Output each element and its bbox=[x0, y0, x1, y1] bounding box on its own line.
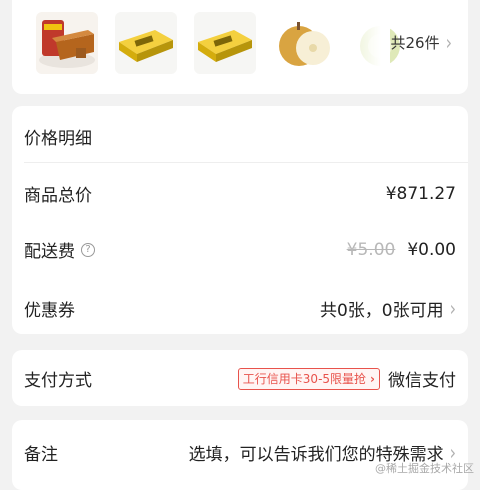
goods-total-label: 商品总价 bbox=[24, 186, 92, 206]
chevron-right-icon: › bbox=[449, 296, 456, 321]
price-detail-card: 价格明细 商品总价 ¥871.27 配送费 ? ¥5.00 ¥0.00 优惠券 … bbox=[12, 106, 468, 334]
product-thumb-box-2[interactable] bbox=[194, 12, 256, 74]
shipping-price: ¥0.00 bbox=[407, 239, 456, 260]
coupon-value: 共0张，0张可用 bbox=[319, 301, 444, 321]
goods-total-value: ¥871.27 bbox=[385, 183, 456, 204]
watermark: @稀土掘金技术社区 bbox=[375, 462, 474, 475]
product-thumb-cake[interactable] bbox=[36, 12, 98, 74]
coupon-row[interactable]: 优惠券 共0张，0张可用 › bbox=[24, 296, 456, 321]
shipping-original-price: ¥5.00 bbox=[346, 239, 396, 260]
shipping-row: 配送费 ? ¥5.00 ¥0.00 bbox=[24, 237, 456, 263]
product-thumb-pear[interactable] bbox=[273, 12, 335, 74]
payment-label: 支付方式 bbox=[24, 371, 92, 391]
thumb-fade-overlay bbox=[330, 12, 390, 74]
product-strip-card[interactable]: 共26件 › bbox=[12, 0, 468, 94]
product-count-link[interactable]: 共26件 › bbox=[390, 30, 453, 55]
help-circle-icon[interactable]: ? bbox=[81, 242, 95, 257]
gift-box-image bbox=[194, 12, 256, 74]
price-detail-title: 价格明细 bbox=[24, 129, 92, 149]
product-count-label: 共26件 bbox=[390, 34, 440, 52]
coupon-label: 优惠券 bbox=[24, 301, 75, 321]
gift-box-image bbox=[115, 12, 177, 74]
payment-method-card[interactable]: 支付方式 工行信用卡30-5限量抢 › 微信支付 bbox=[12, 350, 468, 406]
chevron-right-icon: › bbox=[445, 30, 452, 55]
payment-promo-badge[interactable]: 工行信用卡30-5限量抢 › bbox=[237, 367, 380, 390]
shipping-label: 配送费 bbox=[24, 242, 75, 262]
cake-image bbox=[36, 12, 98, 74]
pear-image bbox=[273, 12, 335, 74]
payment-promo-text: 工行信用卡30-5限量抢 bbox=[242, 372, 367, 386]
chevron-right-icon: › bbox=[370, 371, 375, 386]
payment-row[interactable]: 支付方式 工行信用卡30-5限量抢 › 微信支付 bbox=[24, 366, 456, 391]
payment-method-value: 微信支付 bbox=[388, 371, 456, 391]
product-thumb-box-1[interactable] bbox=[115, 12, 177, 74]
goods-total-row: 商品总价 ¥871.27 bbox=[24, 181, 456, 207]
divider bbox=[24, 162, 468, 163]
remark-label: 备注 bbox=[24, 445, 58, 465]
